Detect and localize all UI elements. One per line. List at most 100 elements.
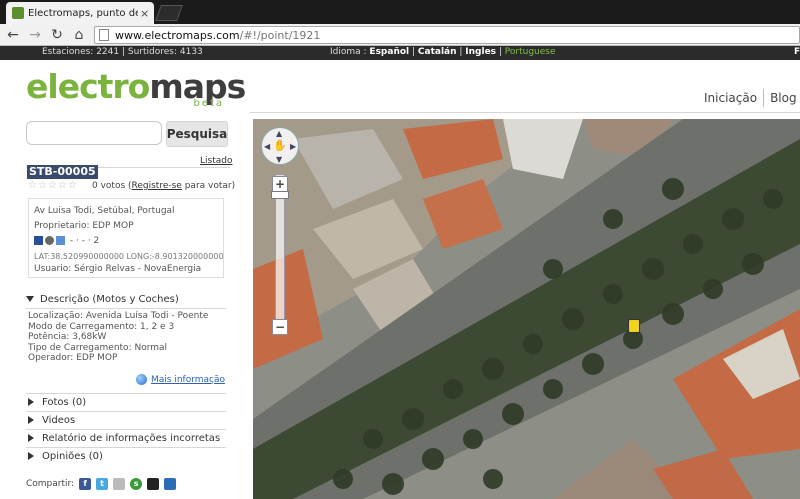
- stations-label: Estaciones:: [42, 47, 97, 57]
- more-info-link[interactable]: Mais informação: [136, 374, 225, 385]
- language-es[interactable]: Español: [369, 47, 409, 57]
- back-arrow-icon[interactable]: ←: [4, 27, 22, 43]
- section-videos-label: Videos: [42, 415, 76, 426]
- section-reviews-label: Opiniões (0): [42, 451, 103, 462]
- more-info-label: Mais informação: [151, 374, 226, 385]
- language-selector: Idioma : Español | Catalán | Ingles | Po…: [330, 47, 556, 57]
- listado-link[interactable]: Listado: [200, 156, 232, 166]
- section-photos-label: Fotos (0): [42, 397, 87, 408]
- language-ca[interactable]: Catalán: [418, 47, 457, 57]
- collapsed-triangle-icon: [28, 398, 34, 406]
- reload-icon[interactable]: ↻: [48, 27, 66, 43]
- station-address: Av Luisa Todi, Setúbal, Portugal: [34, 206, 175, 216]
- expanded-triangle-icon: [26, 296, 34, 302]
- satellite-map[interactable]: ▲ ▼ ◀ ▶ ✋ + −: [253, 119, 800, 499]
- stations-count: 2241: [96, 47, 120, 57]
- description-heading[interactable]: Descrição (Motos y Coches): [26, 294, 226, 308]
- address-bar[interactable]: www.electromaps.com /#!/point/1921: [94, 26, 800, 44]
- detail-operator: Operador: EDP MOP: [28, 353, 118, 363]
- station-owner: Proprietario: EDP MOP: [34, 221, 134, 231]
- facebook-icon[interactable]: f: [79, 478, 92, 490]
- url-path: /#!/point/1921: [239, 28, 321, 42]
- language-label: Idioma :: [330, 47, 370, 57]
- electromaps-logo[interactable]: electromaps beta: [26, 67, 246, 114]
- logo-beta: beta: [193, 98, 224, 109]
- page-icon: [99, 29, 109, 41]
- pan-left-icon[interactable]: ◀: [264, 142, 270, 151]
- detail-charge-mode: Modo de Carregamento: 1, 2 e 3: [28, 321, 175, 332]
- url-host: www.electromaps.com: [115, 28, 240, 42]
- section-report[interactable]: Relatório de informações incorretas: [26, 429, 226, 446]
- share-label: Compartir:: [26, 479, 75, 489]
- tab-close-icon[interactable]: ×: [140, 7, 149, 20]
- browser-tab[interactable]: Electromaps, punto de recarg ×: [6, 2, 154, 24]
- nav-divider: [763, 89, 765, 107]
- station-info-box: Av Luisa Todi, Setúbal, Portugal Proprie…: [28, 198, 224, 278]
- charging-point-marker-icon[interactable]: [628, 319, 640, 333]
- station-coords: LAT:38.520990000000 LONG:-8.901320000000: [34, 252, 224, 261]
- register-link[interactable]: Registre-se: [132, 181, 182, 191]
- votes-tail: para votar): [181, 181, 236, 191]
- language-pt[interactable]: Portuguese: [505, 47, 556, 57]
- topstrip-f[interactable]: F: [794, 47, 800, 57]
- rating-stars[interactable]: ☆☆☆☆☆: [28, 180, 78, 191]
- section-photos[interactable]: Fotos (0): [26, 393, 226, 410]
- map-imagery: [253, 119, 800, 499]
- outlets-count: 4133: [179, 47, 203, 57]
- section-videos[interactable]: Videos: [26, 411, 226, 428]
- search-button[interactable]: Pesquisa: [166, 121, 228, 147]
- digg-icon[interactable]: [164, 478, 177, 490]
- parking-icon: [34, 236, 43, 245]
- pan-down-icon[interactable]: ▼: [276, 155, 282, 164]
- station-user: Usuario: Sérgio Relvas - NovaEnergia: [34, 264, 202, 274]
- stumbleupon-icon[interactable]: s: [130, 478, 143, 490]
- language-en[interactable]: Ingles: [465, 47, 496, 57]
- detail-charge-type: Tipo de Carregamento: Normal: [28, 342, 168, 353]
- station-id: STB-00005: [27, 165, 98, 179]
- logo-part1: electro: [26, 67, 150, 106]
- votes-text: 0 votos (Registre-se para votar): [92, 181, 235, 191]
- description-title: Descrição (Motos y Coches): [40, 294, 179, 305]
- share-bar: Compartir: f t s: [26, 478, 177, 490]
- browser-toolbar: ← → ↻ ⌂ www.electromaps.com /#!/point/19…: [0, 24, 800, 46]
- stats-text: Estaciones: 2241 | Surtidores: 4133: [42, 47, 203, 57]
- tab-title: Electromaps, punto de recarg: [28, 7, 138, 19]
- detail-location: Localização: Avenida Luísa Todi - Poente: [28, 311, 209, 321]
- stats-separator: |: [119, 47, 128, 57]
- votes-count: 0 votos (: [92, 181, 132, 191]
- collapsed-triangle-icon: [28, 416, 34, 424]
- collapsed-triangle-icon: [28, 452, 34, 460]
- plug-icon: [45, 236, 54, 245]
- section-report-label: Relatório de informações incorretas: [42, 433, 221, 444]
- search-input[interactable]: [26, 121, 162, 145]
- twitter-icon[interactable]: t: [96, 478, 109, 490]
- forward-arrow-icon[interactable]: →: [26, 27, 44, 43]
- myspace-icon[interactable]: [147, 478, 160, 490]
- home-icon[interactable]: ⌂: [70, 27, 88, 43]
- detail-power: Potência: 3,68kW: [28, 332, 107, 342]
- station-icons-row: - · - · 2: [34, 236, 99, 246]
- zoom-in-button[interactable]: +: [272, 176, 288, 192]
- outlet-count-icon: [56, 236, 65, 245]
- hand-icon: ✋: [273, 139, 287, 152]
- description-details: Localização: Avenida Luísa Todi - Poente…: [28, 311, 208, 364]
- nav-home[interactable]: Iniciação: [704, 91, 757, 105]
- zoom-out-button[interactable]: −: [272, 319, 288, 335]
- site-stats-bar: Estaciones: 2241 | Surtidores: 4133 Idio…: [0, 46, 800, 60]
- map-pan-control[interactable]: ▲ ▼ ◀ ▶ ✋: [261, 127, 299, 165]
- outlets-label: Surtidores:: [127, 47, 180, 57]
- globe-icon: [136, 374, 147, 385]
- description-divider: [26, 308, 226, 309]
- site-favicon-icon: [12, 7, 24, 19]
- delicious-icon[interactable]: [113, 478, 126, 490]
- zoom-slider-thumb[interactable]: [271, 191, 289, 199]
- new-tab-button[interactable]: [155, 5, 183, 21]
- pan-up-icon[interactable]: ▲: [276, 129, 282, 138]
- main-nav: Iniciação Blog: [704, 89, 797, 107]
- pan-right-icon[interactable]: ▶: [290, 142, 296, 151]
- icons-row-text: - · - · 2: [69, 236, 100, 246]
- section-reviews[interactable]: Opiniões (0): [26, 447, 226, 464]
- nav-blog[interactable]: Blog: [770, 91, 797, 105]
- collapsed-triangle-icon: [28, 434, 34, 442]
- header-divider: [250, 112, 800, 113]
